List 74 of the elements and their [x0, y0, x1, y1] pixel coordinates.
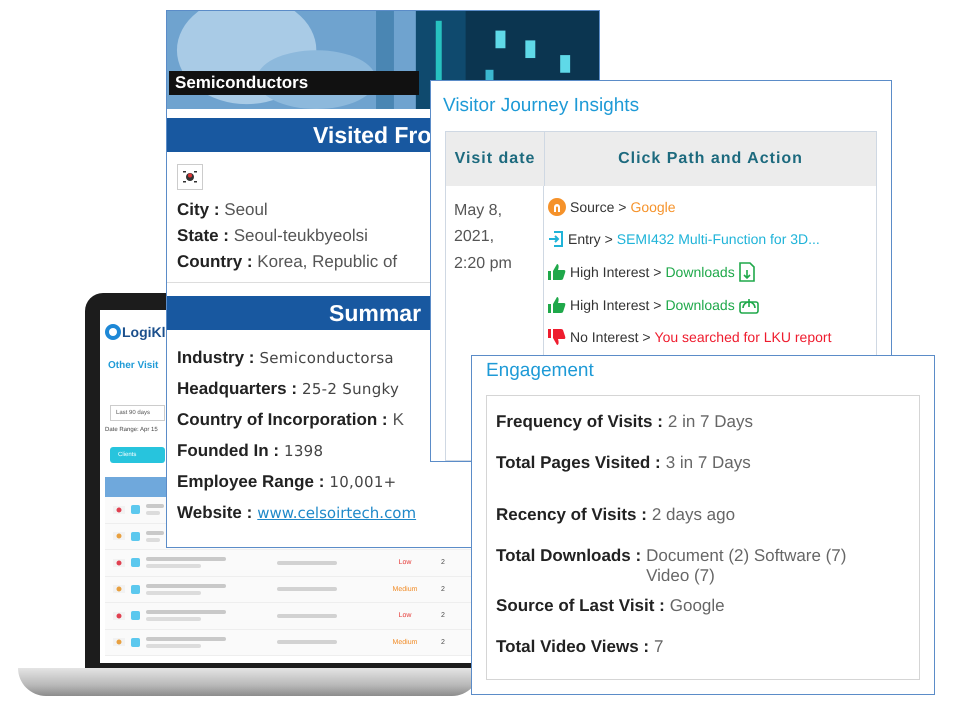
- path-label: No Interest >: [570, 329, 651, 345]
- logo-text: LogiKl: [122, 324, 166, 340]
- field-label: Country of Incorporation :: [177, 410, 388, 430]
- field-label: Founded In :: [177, 441, 279, 461]
- flag-icon: [113, 532, 125, 540]
- metric-value: Google: [670, 596, 725, 616]
- thumbs-down-icon: [548, 328, 566, 346]
- company-icon: [131, 532, 140, 541]
- metric-label: Source of Last Visit :: [496, 596, 665, 616]
- metric-value: 2 in 7 Days: [668, 412, 753, 432]
- path-value: Google: [630, 199, 676, 215]
- software-download-icon: [738, 296, 759, 314]
- company-icon: [131, 558, 140, 568]
- metric-label: Frequency of Visits :: [496, 412, 663, 432]
- location-field: City : Seoul: [177, 200, 268, 220]
- metric-label: Recency of Visits :: [496, 505, 647, 525]
- column-header: Click Path and Action: [617, 149, 804, 169]
- location-field: State : Seoul-teukbyeolsi: [177, 226, 368, 246]
- visit-date: May 8, 2021, 2:20 pm: [454, 201, 513, 274]
- category-label: Semiconductors: [169, 71, 419, 95]
- flag-icon: [113, 638, 125, 646]
- metric-value: 2 days ago: [652, 505, 736, 525]
- card-title: Engagement: [485, 359, 595, 383]
- blurred-text: [277, 560, 337, 565]
- field-label: Website :: [177, 503, 252, 523]
- path-value: SEMI432 Multi-Function for 3D...: [616, 231, 820, 247]
- blurred-text: [277, 640, 337, 644]
- path-label: High Interest >: [570, 297, 662, 313]
- column-header: Visit date: [446, 132, 545, 186]
- flag-icon: [177, 164, 203, 190]
- page-heading: Other Visit: [107, 360, 160, 371]
- field-value: 1398: [284, 442, 324, 460]
- path-value: Downloads: [665, 297, 735, 313]
- company-icon: [131, 638, 140, 647]
- thumbs-up-icon: [548, 263, 566, 281]
- path-label: Entry >: [568, 231, 613, 247]
- flag-icon: [113, 558, 125, 567]
- company-icon: [131, 584, 140, 594]
- blurred-text: [146, 504, 164, 516]
- blurred-text: [146, 530, 164, 542]
- field-label: Headquarters :: [177, 379, 297, 399]
- logo-icon: [105, 324, 121, 340]
- document-download-icon: [738, 262, 755, 282]
- section-title: Visited Fro: [312, 122, 432, 148]
- field-value: 25-2 Sungky: [302, 380, 400, 398]
- field-value: 10,001+: [329, 473, 397, 491]
- metric-value: Document (2) Software (7) Video (7): [646, 546, 848, 586]
- path-label: Source >: [570, 199, 626, 215]
- field-value: Semiconductorsa: [259, 349, 394, 367]
- metric-label: Total Video Views :: [496, 637, 650, 657]
- path-value: You searched for LKU report: [654, 329, 832, 345]
- field-label: Industry :: [177, 348, 254, 368]
- entry-icon: [548, 230, 564, 248]
- company-icon: [131, 505, 140, 514]
- blurred-text: [277, 587, 337, 592]
- company-icon: [131, 611, 140, 620]
- metric-value: 7: [654, 637, 664, 657]
- thumbs-up-icon: [548, 296, 566, 314]
- metric-label: Total Downloads :: [496, 546, 642, 567]
- blurred-text: [277, 614, 337, 618]
- field-value: K: [392, 410, 404, 430]
- source-icon: [548, 198, 566, 216]
- path-label: High Interest >: [570, 264, 662, 280]
- field-label: Employee Range :: [177, 472, 324, 492]
- flag-icon: [113, 612, 125, 620]
- metric-label: Total Pages Visited :: [496, 453, 661, 473]
- flag-icon: [113, 585, 125, 594]
- flag-icon: [113, 506, 125, 514]
- path-value: Downloads: [665, 264, 735, 280]
- card-title: Visitor Journey Insights: [442, 94, 640, 118]
- section-title: Summar: [328, 300, 422, 326]
- location-field: Country : Korea, Republic of: [177, 252, 398, 272]
- metric-value: 3 in 7 Days: [666, 453, 751, 473]
- website-link[interactable]: www.celsoirtech.com: [257, 504, 416, 522]
